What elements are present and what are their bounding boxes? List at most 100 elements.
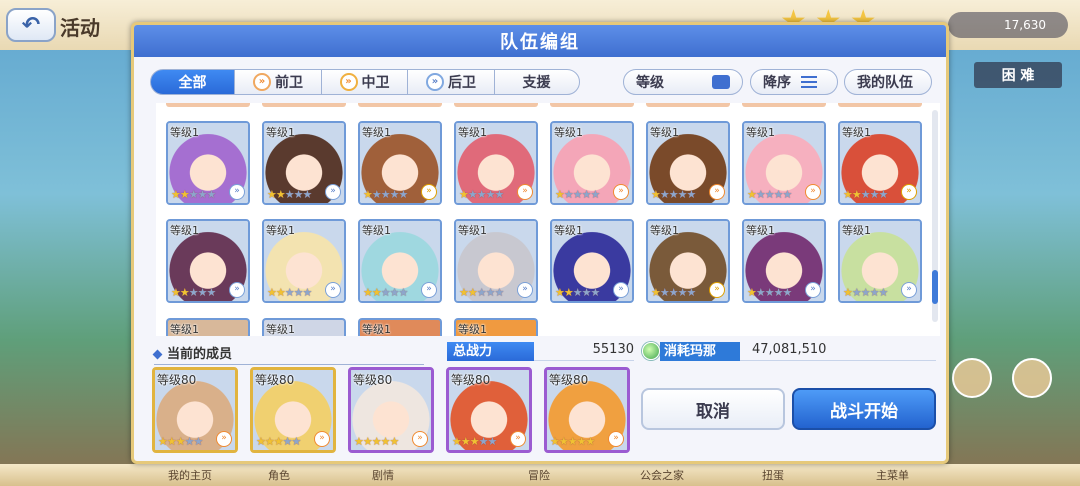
team-member-slot[interactable]: 等级80 ★★★★★ » — [250, 367, 336, 453]
my-team-button[interactable]: 我的队伍 — [844, 69, 932, 95]
star-rating-icon: ★★★★★ — [354, 435, 399, 448]
partial-card-edge — [550, 103, 634, 107]
mission-icon[interactable] — [1012, 358, 1052, 398]
character-card[interactable]: 等级1 ★★★★★ » — [550, 219, 634, 303]
character-card[interactable]: 等级1 ★★★★★ » — [838, 121, 922, 205]
position-role-icon: » — [325, 282, 341, 298]
position-role-icon: » — [229, 282, 245, 298]
position-role-icon: » — [421, 184, 437, 200]
position-role-icon: » — [805, 184, 821, 200]
nav-guild[interactable]: 公会之家 — [640, 467, 684, 483]
position-role-icon: » — [216, 431, 232, 447]
star-rating-icon: ★★★★★ — [267, 286, 312, 299]
star-rating-icon: ★★★★★ — [363, 286, 408, 299]
star-rating-icon: ★★★★★ — [651, 286, 696, 299]
team-member-slot[interactable]: 等级80 ★★★★★ » — [544, 367, 630, 453]
diamond-bullet-icon — [152, 349, 163, 360]
character-card[interactable]: 等级1 ★★★★★ » — [838, 219, 922, 303]
character-level: 等级1 — [266, 224, 295, 237]
character-card[interactable]: 等级1 ★★★★★ » — [358, 121, 442, 205]
mana-cost-label: 消耗玛那 — [660, 342, 740, 361]
partial-card-edge — [358, 103, 442, 107]
sort-by-button[interactable]: 等级 — [623, 69, 743, 95]
nav-adventure[interactable]: 冒险 — [528, 467, 550, 483]
star-rating-icon: ★★★★★ — [550, 435, 595, 448]
star-rating-icon: ★★★★★ — [747, 188, 792, 201]
character-card[interactable]: 等级1 ★★★★★ » — [742, 121, 826, 205]
tab-front[interactable]: » 前卫 — [234, 69, 322, 95]
star-rating-icon: ★★★★★ — [452, 435, 497, 448]
character-card[interactable]: 等级1 — [262, 318, 346, 336]
nav-menu[interactable]: 主菜单 — [876, 467, 909, 483]
character-card[interactable]: 等级1 ★★★★★ » — [646, 219, 730, 303]
star-rating-icon: ★★★★★ — [459, 286, 504, 299]
team-member-slot[interactable]: 等级80 ★★★★★ » — [348, 367, 434, 453]
order-button[interactable]: 降序 — [750, 69, 838, 95]
character-card[interactable]: 等级1 ★★★★★ » — [358, 219, 442, 303]
character-level: 等级1 — [266, 126, 295, 139]
mana-icon — [642, 342, 660, 360]
cancel-button[interactable]: 取消 — [641, 388, 785, 430]
exchange-icon[interactable] — [952, 358, 992, 398]
position-role-icon: » — [613, 184, 629, 200]
character-card[interactable]: 等级1 ★★★★★ » — [262, 121, 346, 205]
character-card[interactable]: 等级1 ★★★★★ » — [454, 219, 538, 303]
character-level: 等级1 — [842, 224, 871, 237]
difficulty-label[interactable]: 困 难 — [974, 62, 1062, 88]
partial-card-edge — [838, 103, 922, 107]
character-level: 等级1 — [458, 323, 487, 336]
character-card[interactable]: 等级1 — [358, 318, 442, 336]
character-level: 等级80 — [549, 373, 589, 387]
tab-support[interactable]: 支援 — [493, 69, 580, 95]
character-level: 等级1 — [650, 126, 679, 139]
tab-middle[interactable]: » 中卫 — [320, 69, 409, 95]
star-rating-icon: ★★★★★ — [843, 188, 888, 201]
position-role-icon: » — [510, 431, 526, 447]
front-role-icon: » — [253, 73, 271, 91]
character-level: 等级1 — [650, 224, 679, 237]
star-rating-icon: ★★★★★ — [843, 286, 888, 299]
character-card[interactable]: 等级1 ★★★★★ » — [454, 121, 538, 205]
character-level: 等级1 — [170, 323, 199, 336]
partial-card-edge — [166, 103, 250, 107]
character-card[interactable]: 等级1 ★★★★★ » — [166, 219, 250, 303]
nav-story[interactable]: 剧情 — [372, 467, 394, 483]
role-filter-tabs: 全部 » 前卫 » 中卫 » 后卫 支援 — [149, 69, 580, 95]
star-rating-icon: ★★★★★ — [171, 286, 216, 299]
tab-all[interactable]: 全部 — [149, 69, 236, 95]
position-role-icon: » — [229, 184, 245, 200]
back-role-icon: » — [426, 73, 444, 91]
start-battle-button[interactable]: 战斗开始 — [792, 388, 936, 430]
nav-characters[interactable]: 角色 — [268, 467, 290, 483]
nav-gacha[interactable]: 扭蛋 — [762, 467, 784, 483]
character-card[interactable]: 等级1 ★★★★★ » — [550, 121, 634, 205]
character-level: 等级1 — [362, 224, 391, 237]
team-member-slot[interactable]: 等级80 ★★★★★ » — [152, 367, 238, 453]
character-level: 等级1 — [746, 224, 775, 237]
star-rating-icon: ★★★★★ — [363, 188, 408, 201]
position-role-icon: » — [421, 282, 437, 298]
character-card[interactable]: 等级1 — [454, 318, 538, 336]
character-level: 等级1 — [746, 126, 775, 139]
position-role-icon: » — [901, 184, 917, 200]
character-level: 等级80 — [255, 373, 295, 387]
character-card[interactable]: 等级1 ★★★★★ » — [166, 121, 250, 205]
scroll-thumb[interactable] — [932, 270, 938, 304]
tab-back[interactable]: » 后卫 — [407, 69, 495, 95]
back-arrow-icon: ↶ — [21, 12, 41, 38]
star-rating-icon: ★★★★★ — [171, 188, 216, 201]
total-power-value: 55130 — [534, 342, 634, 361]
star-rating-icon: ★★★★★ — [267, 188, 312, 201]
nav-home[interactable]: 我的主页 — [168, 467, 212, 483]
current-members-heading: 当前的成员 — [152, 343, 424, 365]
position-role-icon: » — [517, 282, 533, 298]
character-card[interactable]: 等级1 — [166, 318, 250, 336]
character-card[interactable]: 等级1 ★★★★★ » — [646, 121, 730, 205]
position-role-icon: » — [709, 282, 725, 298]
character-card[interactable]: 等级1 ★★★★★ » — [742, 219, 826, 303]
star-rating-icon: ★★★★★ — [256, 435, 301, 448]
team-member-slot[interactable]: 等级80 ★★★★★ » — [446, 367, 532, 453]
character-grid-scrollbar[interactable] — [932, 110, 938, 322]
character-card[interactable]: 等级1 ★★★★★ » — [262, 219, 346, 303]
back-button[interactable]: ↶ — [6, 8, 56, 42]
